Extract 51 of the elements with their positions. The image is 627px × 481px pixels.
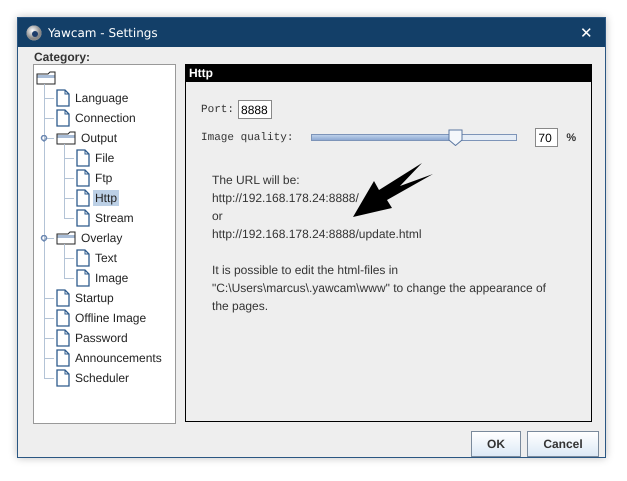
info-text: or [212, 208, 224, 225]
port-field[interactable]: 8888 [238, 100, 272, 119]
tree-item[interactable]: Http [93, 190, 120, 206]
folder-icon [56, 131, 76, 145]
info-text: http://192.168.178.24:8888/update.html [212, 226, 423, 243]
quality-label: Image quality: [201, 132, 294, 144]
info-text: The URL will be: [212, 172, 301, 189]
window-title: Yawcam - Settings [48, 26, 159, 40]
webcam-icon [26, 24, 42, 40]
tree-item[interactable]: Connection [73, 110, 138, 126]
folder-icon [36, 71, 56, 85]
document-icon [56, 109, 70, 127]
document-icon [56, 349, 70, 367]
cancel-button[interactable]: Cancel [527, 431, 599, 457]
document-icon [76, 189, 90, 207]
tree-item[interactable]: Text [93, 250, 120, 266]
tree-item[interactable]: Image [93, 270, 130, 286]
tree-item[interactable]: Overlay [79, 230, 124, 246]
document-icon [56, 289, 70, 307]
quality-field[interactable]: 70 [535, 128, 558, 147]
category-label: Category: [34, 50, 92, 64]
tree-item[interactable]: Startup [73, 290, 116, 306]
expand-handle-icon[interactable] [40, 135, 48, 142]
document-icon [56, 369, 70, 387]
document-icon [56, 329, 70, 347]
tree-item[interactable]: Offline Image [73, 310, 148, 326]
info-text: http://192.168.178.24:8888/ [212, 190, 360, 207]
tree-item[interactable]: Output [79, 130, 120, 146]
info-paragraph: It is possible to edit the html-files in "C:\Users\marcus\.yawcam\www" to change the appearance of the pages. [212, 262, 547, 315]
panel-title: Http [186, 65, 592, 82]
expand-handle-icon[interactable] [40, 235, 48, 242]
tree-item[interactable]: Stream [93, 210, 136, 226]
port-label: Port: [201, 104, 234, 116]
slider-thumb[interactable] [448, 129, 464, 146]
tree-item[interactable]: Password [73, 330, 130, 346]
document-icon [56, 309, 70, 327]
document-icon [76, 149, 90, 167]
document-icon [76, 169, 90, 187]
tree-item[interactable]: Ftp [93, 170, 114, 186]
document-icon [76, 269, 90, 287]
ok-button[interactable]: OK [471, 431, 521, 457]
close-button[interactable]: ✕ [576, 24, 597, 42]
folder-icon [56, 231, 76, 245]
tree-item[interactable]: Scheduler [73, 370, 132, 386]
percent-label: % [566, 132, 576, 144]
tree-item[interactable]: Language [73, 90, 130, 106]
document-icon [56, 89, 70, 107]
document-icon [76, 249, 90, 267]
tree-item[interactable]: Announcements [73, 350, 164, 366]
document-icon [76, 209, 90, 227]
tree-item[interactable]: File [93, 150, 116, 166]
